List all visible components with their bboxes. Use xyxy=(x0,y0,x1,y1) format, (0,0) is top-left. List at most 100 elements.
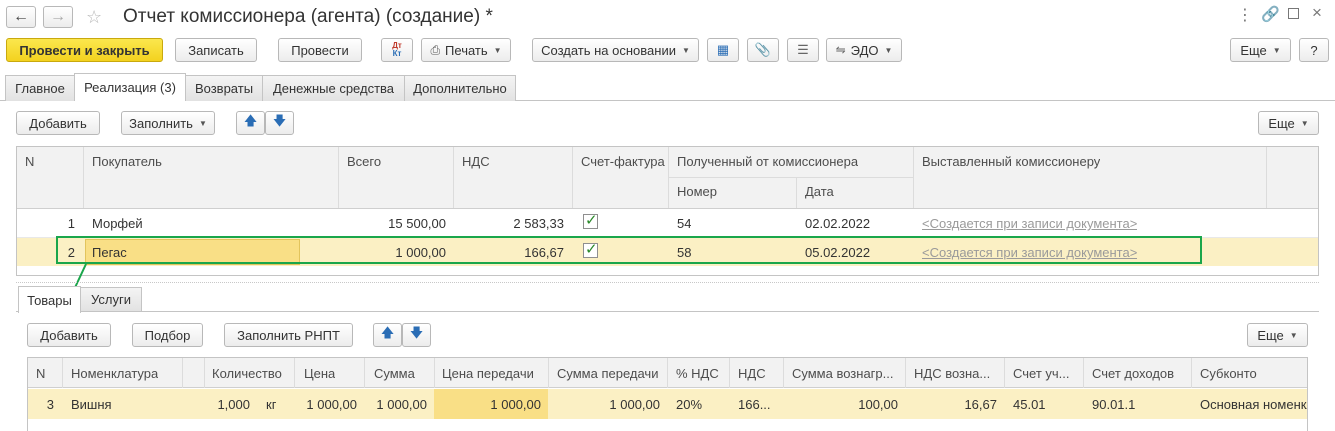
goods-table: N Номенклатура Количество Цена Сумма Цен… xyxy=(27,357,1308,431)
help-button[interactable]: ? xyxy=(1299,38,1329,62)
table-row-selected[interactable]: 3 Вишня 1,000 кг 1 000,00 1 000,00 1 000… xyxy=(28,389,1307,419)
col-account: Счет уч... xyxy=(1013,366,1070,381)
col-received: Полученный от комиссионера xyxy=(677,154,859,169)
list-icon: ☰ xyxy=(797,42,809,57)
row-income-account: 90.01.1 xyxy=(1092,397,1136,412)
col-subconto: Субконто xyxy=(1200,366,1257,381)
sales-fill-label: Заполнить xyxy=(129,115,193,131)
sales-more-label: Еще xyxy=(1268,115,1295,131)
row-vat: 2 583,33 xyxy=(513,216,564,231)
create-based-on-button[interactable]: Создать на основании ▼ xyxy=(532,38,699,62)
create-based-label: Создать на основании xyxy=(541,42,676,58)
col-n: N xyxy=(25,154,35,169)
tab-goods[interactable]: Товары xyxy=(18,286,81,313)
report-button[interactable]: ☰ xyxy=(787,38,819,62)
col-income-account: Счет доходов xyxy=(1092,366,1175,381)
chevron-down-icon: ▼ xyxy=(884,45,893,55)
arrow-right-icon: → xyxy=(50,8,66,25)
col-number: Номер xyxy=(677,184,718,199)
goods-move-up-button[interactable]: 🡅 xyxy=(373,323,402,347)
edo-label: ЭДО xyxy=(850,42,879,58)
col-qty: Количество xyxy=(212,366,282,381)
paperclip-icon: 📎 xyxy=(754,42,772,57)
row-buyer: Морфей xyxy=(92,216,143,231)
attach-button[interactable]: 📎 xyxy=(747,38,779,62)
highlight-box xyxy=(56,236,1202,264)
row-account: 45.01 xyxy=(1013,397,1046,412)
goods-more-button[interactable]: Еще ▼ xyxy=(1247,323,1308,347)
link-icon[interactable]: 🔗 xyxy=(1261,5,1280,23)
edo-button[interactable]: ⇋ ЭДО ▼ xyxy=(826,38,902,62)
table-row[interactable]: 1 Морфей 15 500,00 2 583,33 ✓ 54 02.02.2… xyxy=(17,209,1318,237)
row-date: 02.02.2022 xyxy=(805,216,871,231)
col-total: Всего xyxy=(347,154,382,169)
row-qty: 1,000 xyxy=(217,397,250,412)
row-reward-sum: 100,00 xyxy=(858,397,898,412)
edo-icon: ⇋ xyxy=(835,43,846,57)
tab-returns[interactable]: Возвраты xyxy=(185,75,263,101)
tab-cash[interactable]: Денежные средства xyxy=(262,75,405,101)
row-unit: кг xyxy=(266,397,277,412)
tab-sales[interactable]: Реализация (3) xyxy=(74,73,186,101)
arrow-down-icon: 🡇 xyxy=(272,113,287,128)
row-sum: 1 000,00 xyxy=(376,397,427,412)
row-vat-rate: 20% xyxy=(676,397,703,412)
structure-button[interactable]: ▦ xyxy=(707,38,739,62)
chevron-down-icon: ▼ xyxy=(493,45,502,55)
chevron-down-icon: ▼ xyxy=(681,45,690,55)
more-button[interactable]: Еще ▼ xyxy=(1230,38,1291,62)
tab-main[interactable]: Главное xyxy=(5,75,75,101)
col-vat: НДС xyxy=(738,366,766,381)
forward-button[interactable]: → xyxy=(43,6,73,28)
tab-additional[interactable]: Дополнительно xyxy=(404,75,516,101)
row-transfer-sum: 1 000,00 xyxy=(609,397,660,412)
chevron-down-icon: ▼ xyxy=(198,118,207,128)
col-invoice: Счет-фактура xyxy=(581,154,665,169)
sales-move-up-button[interactable]: 🡅 xyxy=(236,111,265,135)
sales-add-button[interactable]: Добавить xyxy=(16,111,100,135)
row-transfer-price: 1 000,00 xyxy=(490,397,541,412)
save-button[interactable]: Записать xyxy=(175,38,257,62)
col-transfer-price: Цена передачи xyxy=(442,366,534,381)
print-button[interactable]: ⎙ Печать ▼ xyxy=(421,38,511,62)
col-issued: Выставленный комиссионеру xyxy=(922,154,1101,169)
goods-add-button[interactable]: Добавить xyxy=(27,323,111,347)
col-price: Цена xyxy=(304,366,336,381)
tab-services[interactable]: Услуги xyxy=(80,287,142,311)
col-n: N xyxy=(36,366,46,381)
goods-select-button[interactable]: Подбор xyxy=(132,323,203,347)
goods-move-down-button[interactable]: 🡇 xyxy=(402,323,431,347)
chevron-down-icon: ▼ xyxy=(1289,330,1298,340)
more-vertical-icon[interactable]: ⋮ xyxy=(1237,5,1253,25)
row-total: 15 500,00 xyxy=(388,216,446,231)
subtabs-baseline xyxy=(16,311,1319,312)
row-reward-vat: 16,67 xyxy=(964,397,997,412)
checkmark-icon: ✓ xyxy=(585,212,598,229)
col-vat: НДС xyxy=(462,154,490,169)
col-reward-vat: НДС возна... xyxy=(914,366,991,381)
col-date: Дата xyxy=(805,184,834,199)
row-number: 54 xyxy=(677,216,692,231)
row-issued-link[interactable]: <Создается при записи документа> xyxy=(922,216,1137,231)
invoice-checkbox[interactable]: ✓ xyxy=(583,212,598,229)
arrow-up-icon: 🡅 xyxy=(380,325,395,340)
arrow-left-icon: ← xyxy=(13,8,29,25)
post-and-close-button[interactable]: Провести и закрыть xyxy=(6,38,163,62)
col-item: Номенклатура xyxy=(71,366,159,381)
more-label: Еще xyxy=(1240,42,1267,58)
dt-kt-button[interactable]: Дт Кт xyxy=(381,38,413,62)
row-price: 1 000,00 xyxy=(306,397,357,412)
row-vat: 166... xyxy=(738,397,771,412)
star-icon[interactable]: ☆ xyxy=(86,7,102,28)
post-button[interactable]: Провести xyxy=(278,38,362,62)
col-transfer-sum: Сумма передачи xyxy=(557,366,659,381)
sales-move-down-button[interactable]: 🡇 xyxy=(265,111,294,135)
back-button[interactable]: ← xyxy=(6,6,36,28)
maximize-icon[interactable] xyxy=(1288,8,1299,19)
sales-fill-button[interactable]: Заполнить ▼ xyxy=(121,111,215,135)
col-sum: Сумма xyxy=(374,366,415,381)
close-icon[interactable]: × xyxy=(1312,3,1322,23)
print-label: Печать xyxy=(445,42,488,58)
goods-fill-rnpt-button[interactable]: Заполнить РНПТ xyxy=(224,323,353,347)
sales-more-button[interactable]: Еще ▼ xyxy=(1258,111,1319,135)
